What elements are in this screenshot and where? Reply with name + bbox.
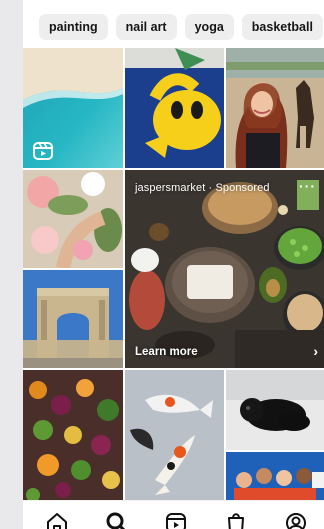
sponsored-ad-tile[interactable]: jaspersmarket · Sponsored ··· Learn more… <box>125 170 324 368</box>
bottom-tab-bar <box>23 500 324 529</box>
koi-image <box>125 370 224 500</box>
reels-icon[interactable] <box>164 511 188 529</box>
grid-tile-black-dog[interactable] <box>226 370 324 450</box>
profile-icon[interactable] <box>284 511 308 529</box>
ad-separator: · <box>205 182 216 194</box>
chevron-right-icon[interactable]: › <box>313 343 318 359</box>
chip-yoga[interactable]: yoga <box>184 14 234 40</box>
food-board-image <box>125 170 324 368</box>
vegetables-image <box>23 370 123 500</box>
chip-nail-art[interactable]: nail art <box>115 14 177 40</box>
reel-icon <box>33 142 53 160</box>
home-icon[interactable] <box>45 511 69 529</box>
more-options-icon[interactable]: ··· <box>299 178 316 194</box>
grid-tile-koi[interactable] <box>125 370 224 500</box>
grid-tile-group[interactable] <box>226 452 324 500</box>
grid-tile-yellow-figure[interactable] <box>125 48 224 168</box>
grid-tile-woman-dog[interactable] <box>226 48 324 168</box>
search-icon[interactable] <box>105 511 129 529</box>
black-dog-image <box>226 370 324 450</box>
learn-more-link[interactable]: Learn more <box>135 346 198 358</box>
shop-icon[interactable] <box>224 511 248 529</box>
yellow-figure-image <box>125 48 224 168</box>
group-photo-image <box>226 452 324 500</box>
topic-chips: painting nail art yoga basketball te <box>23 0 324 48</box>
chip-basketball[interactable]: basketball <box>241 14 323 40</box>
arch-image <box>23 270 123 368</box>
grid-tile-flowers[interactable] <box>23 170 123 268</box>
ad-header: jaspersmarket · Sponsored <box>135 182 270 194</box>
chip-painting[interactable]: painting <box>39 14 108 40</box>
explore-screen: painting nail art yoga basketball te <box>23 0 324 529</box>
grid-tile-vegetables[interactable] <box>23 370 123 500</box>
flowers-image <box>23 170 123 268</box>
ad-account-name[interactable]: jaspersmarket <box>135 182 205 194</box>
woman-dog-image <box>226 48 324 168</box>
grid-tile-arch[interactable] <box>23 270 123 368</box>
grid-tile-beach-reel[interactable] <box>23 48 123 168</box>
ad-sponsored-label: Sponsored <box>215 182 270 194</box>
